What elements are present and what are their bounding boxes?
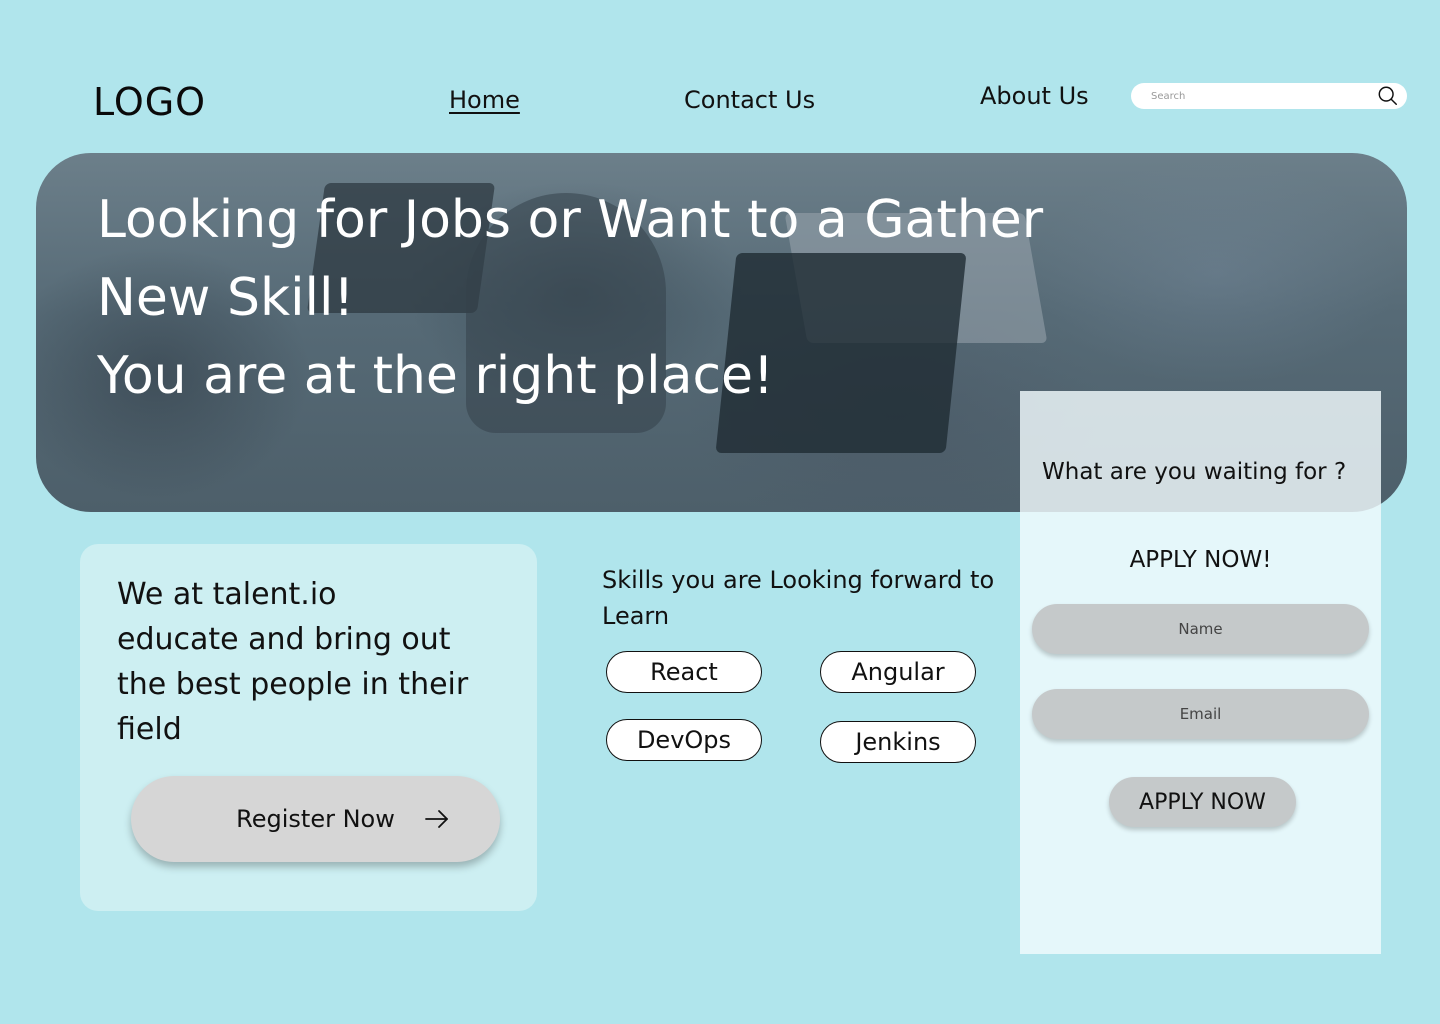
register-now-button[interactable]: Register Now [131,776,500,862]
intro-text: We at talent.io educate and bring out th… [117,572,497,752]
arrow-right-icon [425,810,448,828]
skill-angular-button[interactable]: Angular [820,651,976,693]
apply-title: APPLY NOW! [1129,547,1272,573]
register-now-label: Register Now [236,805,395,833]
skills-heading: Skills you are Looking forward to Learn [602,562,1002,634]
hero-headline: Looking for Jobs or Want to a Gather New… [97,181,1043,415]
logo[interactable]: LOGO [93,80,206,124]
skill-devops-button[interactable]: DevOps [606,719,762,761]
intro-line-1: We at talent.io [117,577,337,612]
intro-card: We at talent.io educate and bring out th… [80,544,537,911]
intro-line-2: educate and bring out [117,622,451,657]
skill-jenkins-button[interactable]: Jenkins [820,721,976,763]
search-icon[interactable] [1377,85,1399,107]
skill-react-button[interactable]: React [606,651,762,693]
intro-line-3: the best people in their [117,667,469,702]
page: LOGO Home Contact Us About Us Looking fo… [0,0,1440,1024]
email-field[interactable] [1032,689,1369,739]
nav-contact-link[interactable]: Contact Us [684,86,815,114]
apply-panel: What are you waiting for ? APPLY NOW! AP… [1020,391,1381,954]
name-field[interactable] [1032,604,1369,654]
skills-heading-line-2: Learn [602,602,670,630]
hero-line-1: Looking for Jobs or Want to a Gather [97,190,1044,250]
intro-line-4: field [117,712,182,747]
nav-about-link[interactable]: About Us [980,82,1089,110]
search-input[interactable] [1151,90,1407,102]
search-bar [1131,83,1407,109]
hero-line-2: New Skill! [97,268,355,328]
apply-now-button[interactable]: APPLY NOW [1109,777,1296,827]
nav-home-link[interactable]: Home [449,86,520,114]
hero-line-3: You are at the right place! [97,346,774,406]
apply-question: What are you waiting for ? [1042,459,1347,485]
skills-heading-line-1: Skills you are Looking forward to [602,566,995,594]
